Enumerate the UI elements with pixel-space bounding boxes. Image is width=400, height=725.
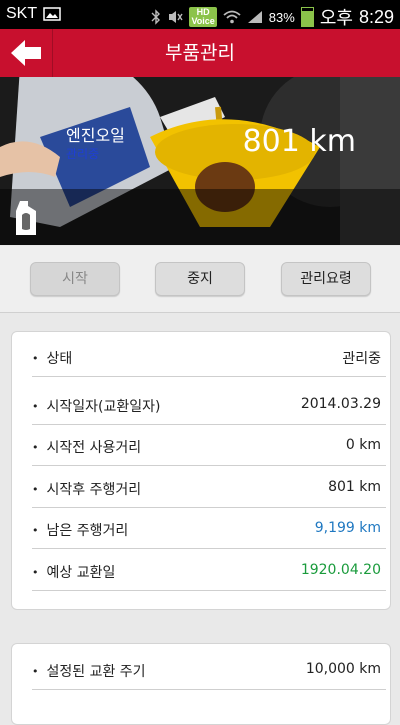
signal-icon [247,11,262,23]
mute-icon [169,11,184,23]
detail-label: 시작일자(교환일자) [32,396,161,416]
back-button[interactable] [0,29,53,77]
settings-card: 설정된 교환 주기 10,000 km [11,643,391,725]
page-title: 부품관리 [165,42,235,64]
setting-value: 10,000 km [305,661,381,677]
action-bar: 시작 중지 관리요령 [0,246,400,313]
battery-icon [300,7,314,27]
image-notification-icon [43,7,61,21]
detail-label: 상태 [32,348,73,368]
stop-button[interactable]: 중지 [155,262,245,296]
back-arrow-icon [11,40,41,66]
detail-row-expected-date: 예상 교환일 1920.04.20 [32,549,386,591]
detail-value: 9,199 km [314,520,381,536]
detail-label: 시작후 주행거리 [32,479,142,499]
battery-percent: 83% [268,9,295,25]
clock: 8:29 [358,6,394,27]
hd-voice-icon: HD Voice [189,7,217,27]
wifi-icon [223,10,241,24]
detail-label: 시작전 사용거리 [32,437,142,457]
setting-row-interval[interactable]: 설정된 교환 주기 10,000 km [32,648,386,690]
detail-value: 2014.03.29 [300,396,381,412]
start-button[interactable]: 시작 [30,262,120,296]
detail-row-prior-distance: 시작전 사용거리 0 km [32,424,386,466]
status-bar: SKT HD Voice 83% 오후 8:29 [0,0,400,29]
detail-value: 0 km [345,437,381,453]
detail-value: 801 km [328,479,381,495]
detail-row-remaining-distance: 남은 주행거리 9,199 km [32,507,386,549]
detail-value: 1920.04.20 [300,562,381,578]
ampm-label: 오후 [319,8,353,28]
voice-label: Voice [191,16,215,26]
detail-value: 관리중 [342,351,381,367]
bluetooth-icon [151,9,161,25]
guide-button[interactable]: 관리요령 [281,262,371,296]
details-card: 상태 관리중 시작일자(교환일자) 2014.03.29 시작전 사용거리 0 … [11,331,391,610]
part-status: 관리중 [66,147,100,161]
total-distance: 801 km [242,124,356,159]
app-header: 부품관리 [0,29,400,77]
detail-row-driven-distance: 시작후 주행거리 801 km [32,466,386,508]
detail-label: 예상 교환일 [32,562,116,582]
part-name: 엔진오일 [66,126,125,145]
detail-label: 남은 주행거리 [32,520,129,540]
engine-oil-icon [16,201,36,235]
carrier-label: SKT [6,5,38,22]
detail-row-status: 상태 관리중 [32,335,386,377]
hero-image: 엔진오일 관리중 801 km [0,77,400,245]
hero-overlay [0,189,400,245]
setting-label: 설정된 교환 주기 [32,661,146,681]
detail-row-start-date: 시작일자(교환일자) 2014.03.29 [32,383,386,425]
